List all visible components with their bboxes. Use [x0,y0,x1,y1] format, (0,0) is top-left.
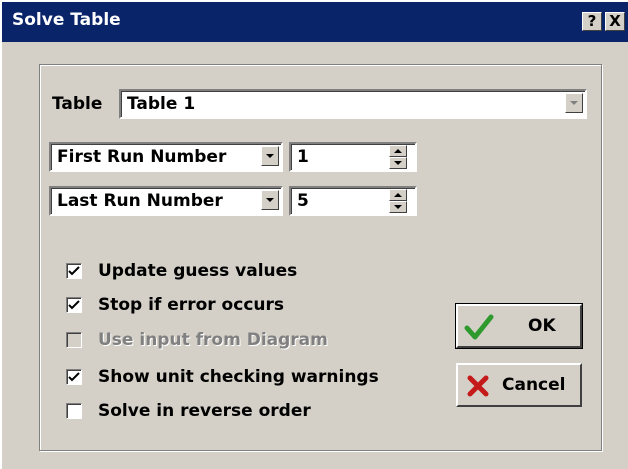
use-input-from-diagram-checkbox [66,332,82,348]
cancel-button[interactable]: Cancel [456,363,582,407]
spin-up-icon[interactable] [389,189,407,201]
chevron-down-icon[interactable] [261,190,279,210]
solve-reverse-order-label: Solve in reverse order [98,401,311,421]
table-dropdown[interactable]: Table 1 [119,89,587,119]
last-run-number-value: 5 [297,191,309,211]
checkmark-icon [68,300,80,310]
cancel-button-label: Cancel [502,375,566,395]
first-run-number-input[interactable]: 1 [289,142,417,172]
spin-down-icon[interactable] [389,157,407,169]
solve-table-dialog: Solve Table ? X Table Table 1 First Run … [0,0,628,469]
last-run-selector[interactable]: Last Run Number [49,186,283,216]
chevron-down-icon[interactable] [261,146,279,166]
checkmark-icon [68,266,80,276]
help-icon: ? [587,12,597,30]
solve-reverse-order-checkbox[interactable] [66,403,82,419]
ok-button-label: OK [528,316,556,336]
chevron-down-icon[interactable] [565,93,583,113]
last-run-selector-value: Last Run Number [57,191,223,211]
close-button[interactable]: X [605,12,625,31]
update-guess-values-label: Update guess values [98,261,298,281]
first-run-selector-value: First Run Number [57,147,227,167]
green-check-icon [464,313,494,345]
first-run-number-value: 1 [297,147,309,167]
checkmark-icon [68,372,80,382]
spin-up-icon[interactable] [389,145,407,157]
table-dropdown-value: Table 1 [127,94,196,114]
table-label: Table [52,94,103,114]
dialog-title: Solve Table [12,10,121,30]
show-unit-warnings-label: Show unit checking warnings [98,367,379,387]
red-x-icon [464,372,492,404]
update-guess-values-checkbox[interactable] [66,263,82,279]
ok-button[interactable]: OK [455,303,583,349]
last-run-spinner[interactable] [389,189,407,213]
show-unit-warnings-checkbox[interactable] [66,369,82,385]
first-run-selector[interactable]: First Run Number [49,142,283,172]
close-icon: X [609,12,621,30]
first-run-spinner[interactable] [389,145,407,169]
stop-if-error-label: Stop if error occurs [98,295,284,315]
title-bar[interactable]: Solve Table ? X [2,2,628,42]
stop-if-error-checkbox[interactable] [66,297,82,313]
last-run-number-input[interactable]: 5 [289,186,417,216]
use-input-from-diagram-label: Use input from Diagram [98,330,328,350]
help-button[interactable]: ? [582,12,602,31]
spin-down-icon[interactable] [389,201,407,213]
